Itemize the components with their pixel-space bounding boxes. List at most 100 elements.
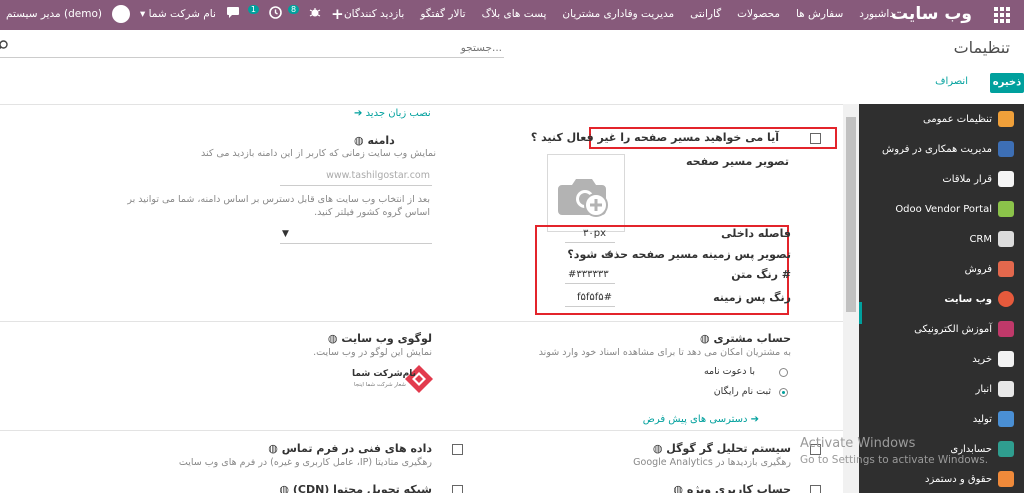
breadcrumb-image-upload[interactable] xyxy=(547,154,625,232)
radio-free-signup[interactable] xyxy=(779,388,788,397)
purchase-icon xyxy=(998,351,1014,367)
google-analytics-label: سیستم تحلیل گر گوگل xyxy=(666,442,791,455)
domain-field[interactable]: www.tashilgostar.com xyxy=(280,168,432,186)
text-color-label: رنگ متن # xyxy=(731,268,791,281)
sidebar-item-label: فروش xyxy=(964,263,992,275)
clock-icon[interactable] xyxy=(269,6,282,22)
portal-icon xyxy=(998,201,1014,217)
bg-color-input[interactable]: f۵f۵f۵# xyxy=(577,292,612,303)
sidebar-item-crm[interactable]: CRM xyxy=(859,224,1024,254)
inventory-icon xyxy=(998,381,1014,397)
activate-windows-title: Activate Windows xyxy=(800,436,916,451)
bug-icon[interactable] xyxy=(309,7,321,22)
default-access-label: دسترسی های پیش فرض xyxy=(642,414,748,425)
sidebar-item-label: قرار ملاقات xyxy=(942,173,992,185)
scrollbar-thumb[interactable] xyxy=(846,117,856,312)
menu-loyalty[interactable]: مدیریت وفاداری مشتریان xyxy=(562,8,674,20)
sidebar-item-vendor-portal[interactable]: Odoo Vendor Portal xyxy=(859,194,1024,224)
website-logo-desc: نمایش این لوگو در وب سایت. xyxy=(313,347,432,358)
search-icon[interactable] xyxy=(0,40,8,54)
disable-breadcrumb-label: آیا می خواهید مسیر صفحه را غیر فعال کنید… xyxy=(530,131,779,144)
save-button[interactable]: ذخیره xyxy=(990,73,1024,93)
sidebar-item-label: مدیریت همکاری در فروش xyxy=(882,143,992,155)
radio-free-signup-label: ثبت نام رایگان xyxy=(713,386,771,397)
padding-input[interactable]: ۳۰px xyxy=(583,228,606,239)
sidebar-item-label: CRM xyxy=(969,233,992,245)
mrp-icon xyxy=(998,411,1014,427)
main-menu: داشبورد سفارش ها محصولات گارانتی مدیریت … xyxy=(344,8,894,20)
menu-products[interactable]: محصولات xyxy=(737,8,780,20)
menu-blog-posts[interactable]: پست های بلاگ xyxy=(482,8,547,20)
divider xyxy=(0,104,843,105)
handshake-icon xyxy=(998,141,1014,157)
menu-orders[interactable]: سفارش ها xyxy=(796,8,843,20)
sidebar-item-label: خرید xyxy=(972,353,992,365)
contact-form-desc: رهگیری متادیتا (IP، عامل کاربری و غیره) … xyxy=(178,457,432,468)
sidebar-item-general-settings[interactable]: تنظیمات عمومی xyxy=(859,104,1024,134)
domain-desc2-line1: بعد از انتخاب وب سایت های قابل دسترس بر … xyxy=(127,194,430,205)
user-menu[interactable]: مدیر سیستم (demo) xyxy=(6,8,102,20)
caret-down-icon: ▼ xyxy=(282,229,289,239)
website-logo-title: لوگوی وب سایت ◍ xyxy=(328,332,432,345)
crm-icon xyxy=(998,231,1014,247)
payroll-icon xyxy=(998,471,1014,487)
contact-form-label: داده های فنی در فرم تماس xyxy=(281,442,432,455)
google-analytics-title: سیستم تحلیل گر گوگل ◍ xyxy=(653,442,791,455)
domain-title: ◍ دامنه xyxy=(354,134,395,147)
company-logo-name: نام‌شرکت شما xyxy=(352,369,416,379)
settings-sidebar: تنظیمات عمومی مدیریت همکاری در فروش قرار… xyxy=(859,104,1024,493)
default-access-link[interactable]: ➔ دسترسی های پیش فرض xyxy=(643,414,759,425)
radio-invitation[interactable] xyxy=(779,368,788,377)
menu-forum[interactable]: تالار گفتگو xyxy=(420,8,465,20)
menu-visitors[interactable]: بازدید کنندگان xyxy=(344,8,404,20)
install-language-link[interactable]: ➔ نصب زبان جدید xyxy=(354,108,431,119)
company-logo-tagline: شعار شرکت شما اینجا xyxy=(354,382,406,388)
page-title: تنظیمات xyxy=(953,38,1010,57)
calendar-icon xyxy=(998,171,1014,187)
chat-icon[interactable] xyxy=(226,6,242,22)
special-account-checkbox[interactable] xyxy=(810,485,821,493)
sidebar-item-sales[interactable]: فروش xyxy=(859,254,1024,284)
sidebar-item-payroll[interactable]: حقوق و دستمزد xyxy=(859,464,1024,493)
disable-breadcrumb-checkbox[interactable] xyxy=(810,133,821,144)
sidebar-item-label: حسابداری xyxy=(950,443,992,455)
divider xyxy=(0,430,843,431)
company-switcher[interactable]: ▾ نام شرکت شما xyxy=(140,8,216,20)
sidebar-item-purchase[interactable]: خرید xyxy=(859,344,1024,374)
website-logo-label: لوگوی وب سایت xyxy=(341,332,432,345)
sidebar-item-label: Odoo Vendor Portal xyxy=(895,203,992,215)
cdn-checkbox[interactable] xyxy=(452,485,463,493)
remove-bg-checkbox[interactable]: ✔ xyxy=(604,249,612,260)
plus-icon[interactable]: + xyxy=(331,5,344,23)
cdn-title: شبکه تحویل محتوا (CDN) ◍ xyxy=(279,483,432,493)
padding-field-line xyxy=(565,242,615,243)
search-input[interactable] xyxy=(0,38,504,57)
sidebar-item-appointments[interactable]: قرار ملاقات xyxy=(859,164,1024,194)
country-group-select[interactable]: ▼ xyxy=(280,228,432,244)
bg-color-label: رنگ پس زمینه xyxy=(713,291,791,304)
text-color-input[interactable]: #۳۳۳۳۳۳ xyxy=(568,269,609,280)
sidebar-item-manufacturing[interactable]: تولید xyxy=(859,404,1024,434)
sales-icon xyxy=(998,261,1014,277)
activity-badge: 8 xyxy=(287,4,300,14)
cancel-button[interactable]: انصراف xyxy=(935,76,968,87)
sidebar-item-label: تنظیمات عمومی xyxy=(922,113,992,125)
sidebar-item-elearning[interactable]: آموزش الکترونیکی xyxy=(859,314,1024,344)
install-language-label: نصب زبان جدید xyxy=(365,108,431,119)
sidebar-item-sales-partnership[interactable]: مدیریت همکاری در فروش xyxy=(859,134,1024,164)
sidebar-item-inventory[interactable]: انبار xyxy=(859,374,1024,404)
contact-form-checkbox[interactable] xyxy=(452,444,463,455)
avatar[interactable] xyxy=(112,5,130,23)
radio-invitation-label: با دعوت نامه xyxy=(703,366,755,377)
camera-plus-icon xyxy=(558,179,608,217)
remove-bg-label: تصویر پس زمینه مسیر صفحه حذف شود؟ xyxy=(567,248,791,261)
customer-account-label: حساب مشتری xyxy=(713,332,791,345)
sidebar-item-website[interactable]: وب سایت xyxy=(859,284,1024,314)
menu-dashboard[interactable]: داشبورد xyxy=(859,8,894,20)
domain-desc: نمایش وب سایت زمانی که کاربر از این دامن… xyxy=(201,148,437,159)
active-marker xyxy=(859,302,862,324)
app-brand[interactable]: وب سایت xyxy=(891,4,972,24)
menu-warranty[interactable]: گارانتی xyxy=(690,8,721,20)
elearning-icon xyxy=(998,321,1014,337)
apps-menu-icon[interactable] xyxy=(994,7,1010,23)
